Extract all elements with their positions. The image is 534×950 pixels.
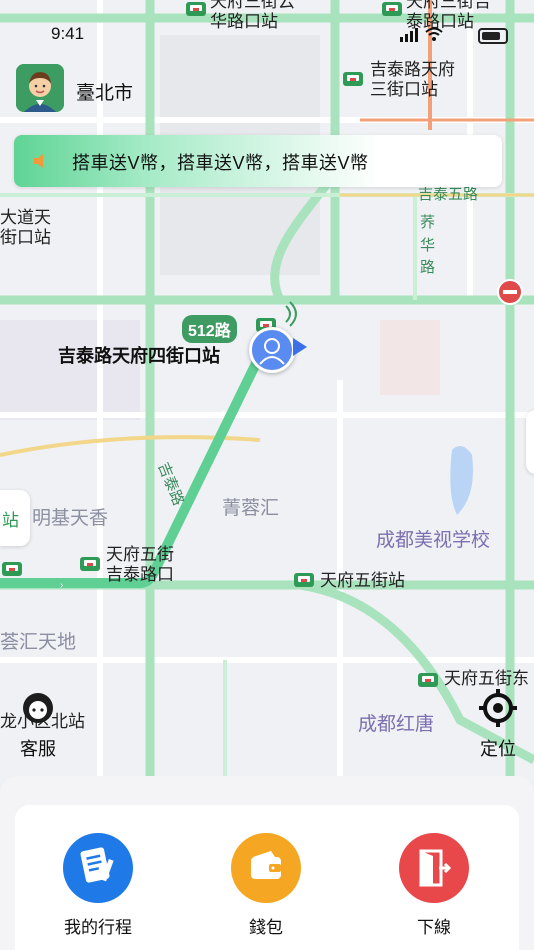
map-label-poi: 成都美视学校 [376, 530, 491, 551]
svg-text:›: › [222, 407, 225, 418]
locate-label: 定位 [480, 739, 516, 759]
go-offline-label: 下線 [417, 918, 451, 937]
map-label-poi: 成都红唐 [358, 714, 435, 735]
map-label-stop: 天府五街 吉泰路口 [106, 545, 174, 584]
map-label-road: 吉泰五路 [418, 186, 479, 203]
speaker-icon [34, 154, 43, 168]
stop-side-tab[interactable]: 站 [0, 490, 30, 546]
headset-icon [23, 693, 53, 723]
map-view[interactable]: › › 天府三街云 华路口站 天府三街吉 泰路口站 吉泰路天府 三街口站 吉泰五路 荞华… [0, 0, 534, 780]
bus-stop-icon [382, 2, 402, 16]
locate-button[interactable]: 定位 [474, 688, 522, 761]
route-number-badge[interactable]: 512路 [182, 315, 237, 343]
battery-icon [478, 28, 508, 44]
wallet-button[interactable]: 錢包 [206, 833, 326, 938]
bus-stop-icon [186, 2, 206, 16]
bus-stop-icon [418, 673, 438, 687]
wallet-icon [231, 833, 301, 903]
signal-wifi-icon [400, 27, 443, 42]
map-label-poi: 荟汇天地 [0, 632, 77, 653]
promo-notice-text: 搭車送V幣，搭車送V幣，搭車送V幣 [72, 153, 369, 173]
map-label-poi: 明基天香 [32, 508, 109, 529]
map-label-stop: 吉泰路天府 三街口站 [370, 60, 455, 99]
bus-stop-icon [343, 72, 363, 86]
crosshair-icon [479, 689, 517, 727]
promo-notice-bar[interactable]: 搭車送V幣，搭車送V幣，搭車送V幣 [14, 135, 502, 187]
customer-service-button[interactable]: 客服 [14, 688, 62, 761]
customer-service-label: 客服 [20, 739, 56, 759]
status-time: 9:41 [51, 24, 85, 43]
bus-stop-icon [2, 562, 22, 576]
right-edge-handle[interactable] [526, 410, 534, 474]
wallet-label: 錢包 [249, 918, 283, 937]
driver-location-avatar[interactable] [249, 327, 295, 373]
my-trips-label: 我的行程 [64, 918, 132, 937]
svg-text:›: › [60, 580, 63, 591]
my-trips-button[interactable]: 我的行程 [38, 833, 158, 938]
map-label-poi: 菁蓉汇 [222, 498, 280, 519]
go-offline-button[interactable]: 下線 [374, 833, 494, 938]
document-icon [63, 833, 133, 903]
map-label-stop: 大道天 街口站 [0, 208, 51, 247]
user-avatar[interactable] [16, 64, 64, 112]
status-bar: 9:41 [0, 20, 534, 48]
map-roads: ›› [0, 0, 534, 780]
logout-door-icon [399, 833, 469, 903]
map-label-stop: 天府五街站 [320, 571, 405, 590]
current-stop-label[interactable]: 吉泰路天府四街口站 [58, 342, 220, 368]
city-selector[interactable]: 臺北市 [76, 78, 133, 105]
direction-arrow-icon [293, 338, 307, 356]
bus-stop-icon [80, 557, 100, 571]
bus-stop-icon [294, 573, 314, 587]
map-label-road: 荞华路 [420, 214, 436, 276]
map-label-stop: 天府五街东 [444, 669, 529, 688]
